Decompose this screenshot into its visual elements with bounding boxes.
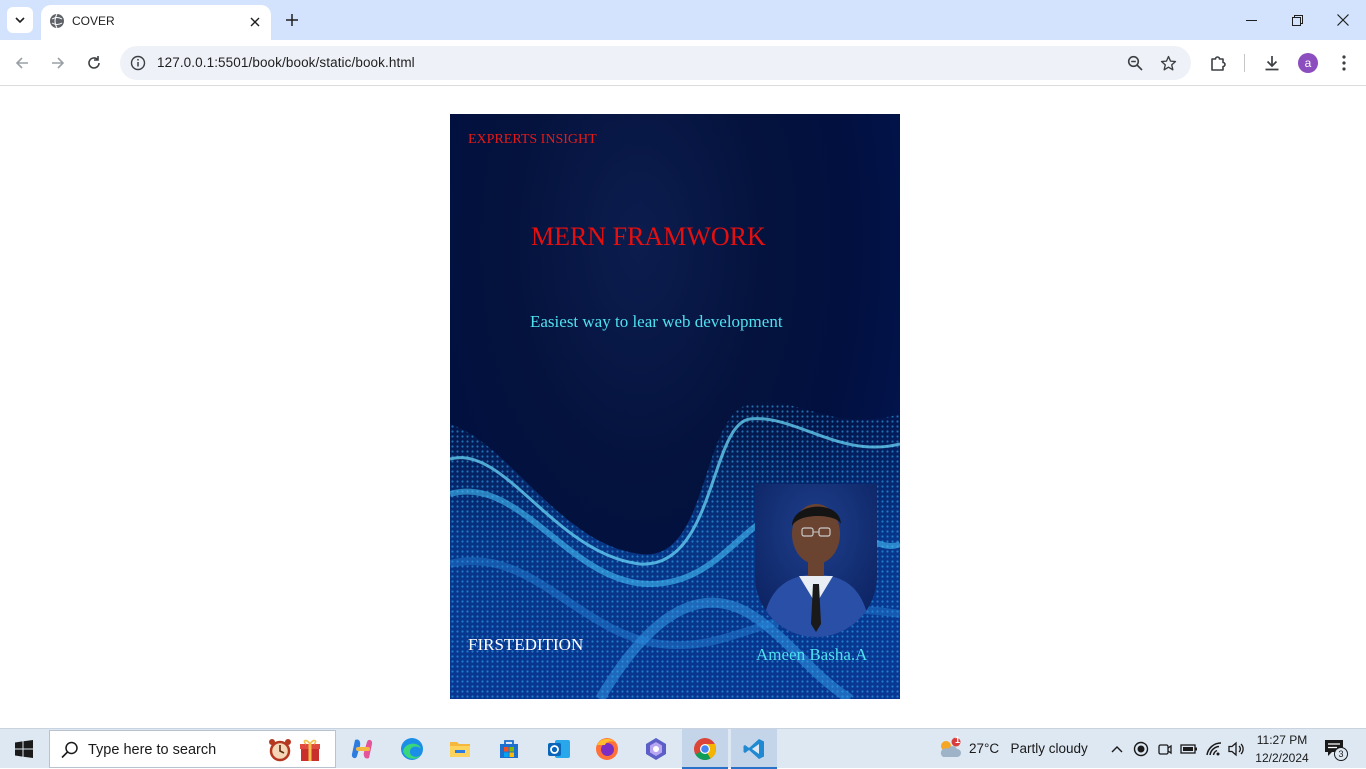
forward-button[interactable] (43, 48, 73, 78)
network-button[interactable] (1204, 739, 1224, 759)
alarm-clock-icon (269, 739, 291, 762)
gift-icon (300, 739, 320, 761)
download-icon (1265, 56, 1279, 71)
restore-icon (1291, 14, 1303, 26)
battery-button[interactable] (1179, 739, 1199, 759)
author-name: Ameen Basha.A (756, 645, 868, 664)
zoom-icon (1127, 55, 1143, 71)
taskbar-file-explorer[interactable] (437, 729, 483, 769)
site-info-button[interactable] (128, 53, 148, 73)
notification-center-button[interactable]: 3 (1322, 737, 1348, 761)
chevron-up-icon (1111, 746, 1123, 753)
clock-time: 11:27 PM (1256, 733, 1308, 747)
edge-icon (401, 738, 423, 760)
tab-close-button[interactable] (246, 13, 264, 31)
taskbar-search[interactable]: Type here to search (49, 730, 336, 768)
tab-search-button[interactable] (7, 7, 33, 33)
clock-date: 12/2/2024 (1255, 751, 1309, 765)
chevron-down-icon (15, 17, 25, 24)
address-bar[interactable]: 127.0.0.1:5501/book/book/static/book.htm… (120, 46, 1191, 80)
url-text[interactable]: 127.0.0.1:5501/book/book/static/book.htm… (157, 55, 415, 70)
weather-widget[interactable]: 1 27°C Partly cloudy (935, 729, 1095, 769)
search-icon (61, 741, 78, 759)
puzzle-icon (1211, 56, 1226, 71)
record-tray-button[interactable] (1131, 739, 1151, 759)
browser-toolbar: 127.0.0.1:5501/book/book/static/book.htm… (0, 40, 1366, 86)
new-tab-button[interactable] (281, 9, 303, 31)
restore-button[interactable] (1274, 0, 1320, 40)
weather-badge: 1 (954, 735, 960, 745)
close-icon (250, 17, 260, 27)
book-subtitle: Easiest way to lear web development (530, 312, 783, 331)
star-icon (1160, 55, 1176, 70)
info-icon (130, 55, 146, 71)
toolbar-divider (1244, 54, 1245, 72)
downloads-button[interactable] (1257, 48, 1287, 78)
chrome-icon (694, 738, 717, 760)
taskbar-outlook[interactable] (536, 729, 582, 769)
windows-logo-icon (15, 740, 33, 758)
taskbar-firefox[interactable] (584, 729, 630, 769)
wifi-icon (1206, 742, 1222, 756)
close-window-button[interactable] (1320, 0, 1366, 40)
record-icon (1133, 741, 1149, 757)
reload-button[interactable] (79, 48, 109, 78)
author-photo (755, 484, 877, 637)
firefox-icon (596, 738, 618, 760)
windows-taskbar: Type here to search 1 27°C Partly cloudy… (0, 728, 1366, 769)
taskbar-copilot[interactable] (339, 729, 385, 769)
taskbar-chrome[interactable] (682, 729, 728, 769)
outlook-icon (548, 740, 570, 758)
system-clock[interactable]: 11:27 PM 12/2/2024 (1250, 731, 1314, 767)
weather-temp: 27°C (969, 741, 1000, 756)
more-vert-icon (1342, 55, 1346, 71)
minimize-button[interactable] (1228, 0, 1274, 40)
bookmark-button[interactable] (1157, 52, 1179, 74)
minimize-icon (1245, 19, 1257, 21)
copilot-icon (351, 739, 373, 759)
edition-label: FIRSTEDITION (468, 635, 584, 654)
taskbar-store[interactable] (486, 729, 532, 769)
taskbar-vscode[interactable] (731, 729, 777, 769)
arrow-right-icon (52, 57, 65, 69)
taskbar-slack[interactable] (633, 729, 679, 769)
book-title: MERN FRAMWORK (531, 222, 766, 251)
globe-icon (50, 13, 64, 29)
close-icon (1337, 14, 1349, 26)
vscode-icon (743, 739, 764, 759)
volume-button[interactable] (1227, 739, 1247, 759)
tab-title: COVER (72, 14, 115, 28)
slack-icon (646, 738, 666, 760)
tab-strip: COVER (0, 0, 1366, 40)
back-button[interactable] (7, 48, 37, 78)
meet-now-button[interactable] (1155, 739, 1175, 759)
page-viewport: EXPRERTS INSIGHT MERN FRAMWORK Easiest w… (0, 87, 1366, 728)
store-icon (500, 740, 518, 758)
tab-cover[interactable]: COVER (41, 5, 271, 40)
notification-count: 3 (1334, 747, 1348, 761)
battery-icon (1180, 744, 1197, 754)
weather-condition: Partly cloudy (1010, 741, 1088, 756)
book-cover: EXPRERTS INSIGHT MERN FRAMWORK Easiest w… (450, 114, 900, 699)
camera-icon (1158, 744, 1172, 755)
file-explorer-icon (450, 742, 470, 757)
taskbar-edge[interactable] (389, 729, 435, 769)
plus-icon (286, 14, 298, 26)
menu-button[interactable] (1329, 48, 1359, 78)
reload-icon (88, 56, 100, 69)
start-button[interactable] (0, 729, 48, 769)
show-hidden-icons-button[interactable] (1107, 739, 1127, 759)
arrow-left-icon (15, 57, 28, 69)
speaker-icon (1228, 741, 1244, 757)
extensions-button[interactable] (1203, 48, 1233, 78)
profile-avatar[interactable]: a (1298, 53, 1318, 73)
search-placeholder: Type here to search (88, 742, 217, 758)
series-label: EXPRERTS INSIGHT (468, 132, 597, 147)
zoom-button[interactable] (1124, 52, 1146, 74)
